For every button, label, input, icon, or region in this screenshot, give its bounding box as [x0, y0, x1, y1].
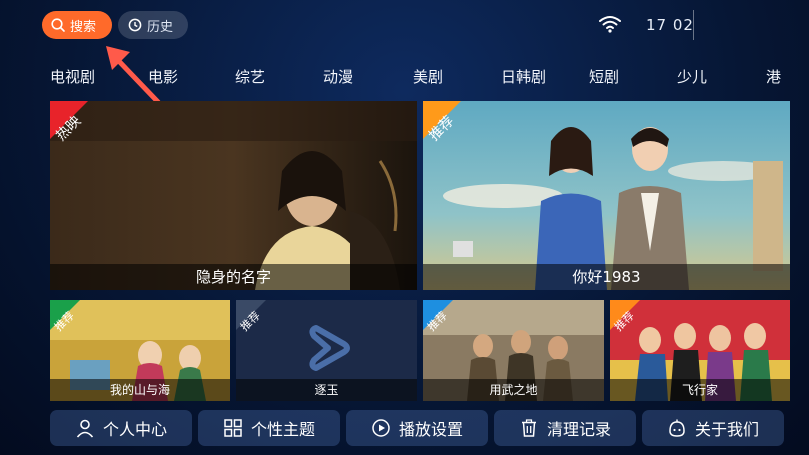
- content-tile[interactable]: 推荐 我的山与海: [50, 300, 230, 401]
- card-title: 隐身的名字: [50, 264, 417, 290]
- content-tile[interactable]: 推荐 用武之地: [423, 300, 604, 401]
- search-label: 搜索: [70, 19, 97, 35]
- clock-icon: [128, 18, 142, 32]
- trash-icon: [521, 419, 536, 437]
- search-button[interactable]: 搜索: [42, 11, 112, 39]
- clear-history-button[interactable]: 清理记录: [494, 410, 636, 446]
- button-label: 关于我们: [694, 420, 759, 439]
- theme-button[interactable]: 个性主题: [198, 410, 340, 446]
- category-tab[interactable]: 少儿: [677, 66, 707, 87]
- personal-center-button[interactable]: 个人中心: [50, 410, 192, 446]
- category-tab[interactable]: 电影: [148, 66, 178, 87]
- divider: [693, 10, 694, 40]
- category-tab[interactable]: 日韩剧: [501, 66, 546, 87]
- history-label: 历史: [147, 19, 174, 35]
- tile-title: 用武之地: [423, 379, 604, 401]
- about-us-button[interactable]: 关于我们: [642, 410, 784, 446]
- info-icon: [669, 419, 685, 437]
- button-label: 播放设置: [398, 420, 463, 439]
- category-tab[interactable]: 动漫: [323, 66, 353, 87]
- button-label: 个性主题: [250, 420, 315, 439]
- category-tab[interactable]: 港: [766, 66, 781, 87]
- category-tab[interactable]: 美剧: [413, 66, 443, 87]
- wifi-icon: [599, 16, 621, 33]
- content-tile[interactable]: 推荐 飞行家: [610, 300, 790, 401]
- user-icon: [76, 419, 94, 438]
- button-label: 个人中心: [102, 420, 167, 439]
- history-button[interactable]: 历史: [118, 11, 188, 39]
- search-icon: [51, 18, 65, 32]
- featured-card[interactable]: 推荐 你好1983: [423, 101, 790, 290]
- tile-title: 飞行家: [610, 379, 790, 401]
- featured-card[interactable]: 热映 隐身的名字: [50, 101, 417, 290]
- tile-title: 逐玉: [236, 379, 417, 401]
- category-tab[interactable]: 电视剧: [50, 66, 95, 87]
- button-label: 清理记录: [546, 420, 611, 439]
- category-tab[interactable]: 短剧: [589, 66, 619, 87]
- play-circle-icon: [372, 419, 390, 437]
- card-title: 你好1983: [423, 264, 790, 290]
- clock-time: 17 02: [646, 16, 694, 34]
- tile-title: 我的山与海: [50, 379, 230, 401]
- grid-icon: [224, 419, 242, 437]
- category-tab[interactable]: 综艺: [235, 66, 265, 87]
- content-tile[interactable]: 推荐 逐玉: [236, 300, 417, 401]
- category-nav: 电视剧 电影 综艺 动漫 美剧 日韩剧 短剧 少儿 港: [0, 62, 809, 90]
- playback-settings-button[interactable]: 播放设置: [346, 410, 488, 446]
